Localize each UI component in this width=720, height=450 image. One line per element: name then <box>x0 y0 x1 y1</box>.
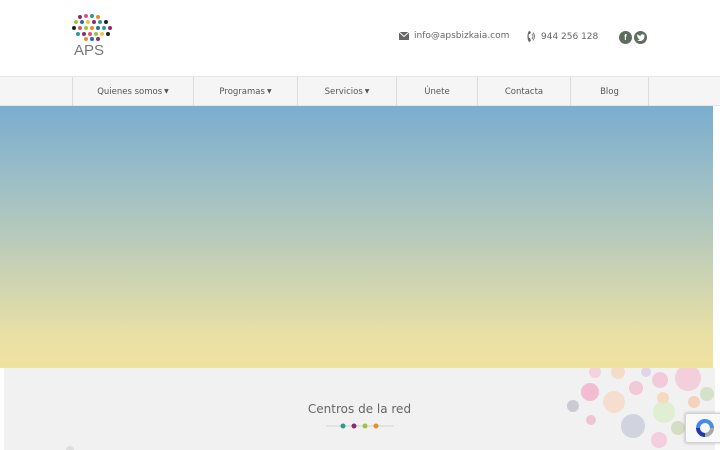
facebook-icon[interactable]: f <box>619 31 632 44</box>
chevron-down-icon: ▼ <box>164 88 169 95</box>
site-header: APS info@apsbizkaia.com 944 256 128 f <box>0 0 720 76</box>
contact-email[interactable]: info@apsbizkaia.com <box>399 31 509 41</box>
nav-items: Quienes somos ▼ Programas ▼ Servicios ▼ Úne… <box>72 77 649 106</box>
nav-item-label: Únete <box>424 86 450 97</box>
nav-item-label: Blog <box>600 86 619 97</box>
nav-item-label: Programas <box>219 86 265 97</box>
centros-section: Centros de la red <box>4 368 715 450</box>
nav-item-servicios[interactable]: Servicios ▼ <box>298 77 397 106</box>
recaptcha-badge[interactable] <box>685 413 720 443</box>
social-links: f <box>619 31 647 44</box>
nav-item-programas[interactable]: Programas ▼ <box>194 77 298 106</box>
twitter-icon[interactable] <box>634 31 647 44</box>
chevron-down-icon: ▼ <box>364 88 370 95</box>
dotted-divider-icon <box>326 423 394 429</box>
main-navigation: Quienes somos ▼ Programas ▼ Servicios ▼ Úne… <box>0 76 720 106</box>
nav-item-label: Quienes somos <box>97 86 163 97</box>
nav-item-contacta[interactable]: Contacta <box>478 77 571 106</box>
logo-text[interactable]: APS <box>74 42 104 59</box>
nav-item-blog[interactable]: Blog <box>571 77 649 106</box>
contact-phone[interactable]: 944 256 128 <box>527 31 598 42</box>
nav-item-quienes-somos[interactable]: Quienes somos ▼ <box>73 77 194 106</box>
recaptcha-icon <box>696 419 714 437</box>
nav-item-unete[interactable]: Únete <box>397 77 478 106</box>
envelope-icon <box>399 32 409 40</box>
nav-item-label: Servicios <box>324 86 363 97</box>
phone-text[interactable]: 944 256 128 <box>541 32 598 42</box>
email-text[interactable]: info@apsbizkaia.com <box>414 31 509 41</box>
nav-item-label: Contacta <box>504 86 544 97</box>
hero-right-edge <box>713 106 720 368</box>
chevron-down-icon: ▼ <box>266 88 272 95</box>
section-title: Centros de la red <box>307 402 412 416</box>
hero-banner <box>0 106 713 368</box>
phone-icon <box>527 31 535 42</box>
